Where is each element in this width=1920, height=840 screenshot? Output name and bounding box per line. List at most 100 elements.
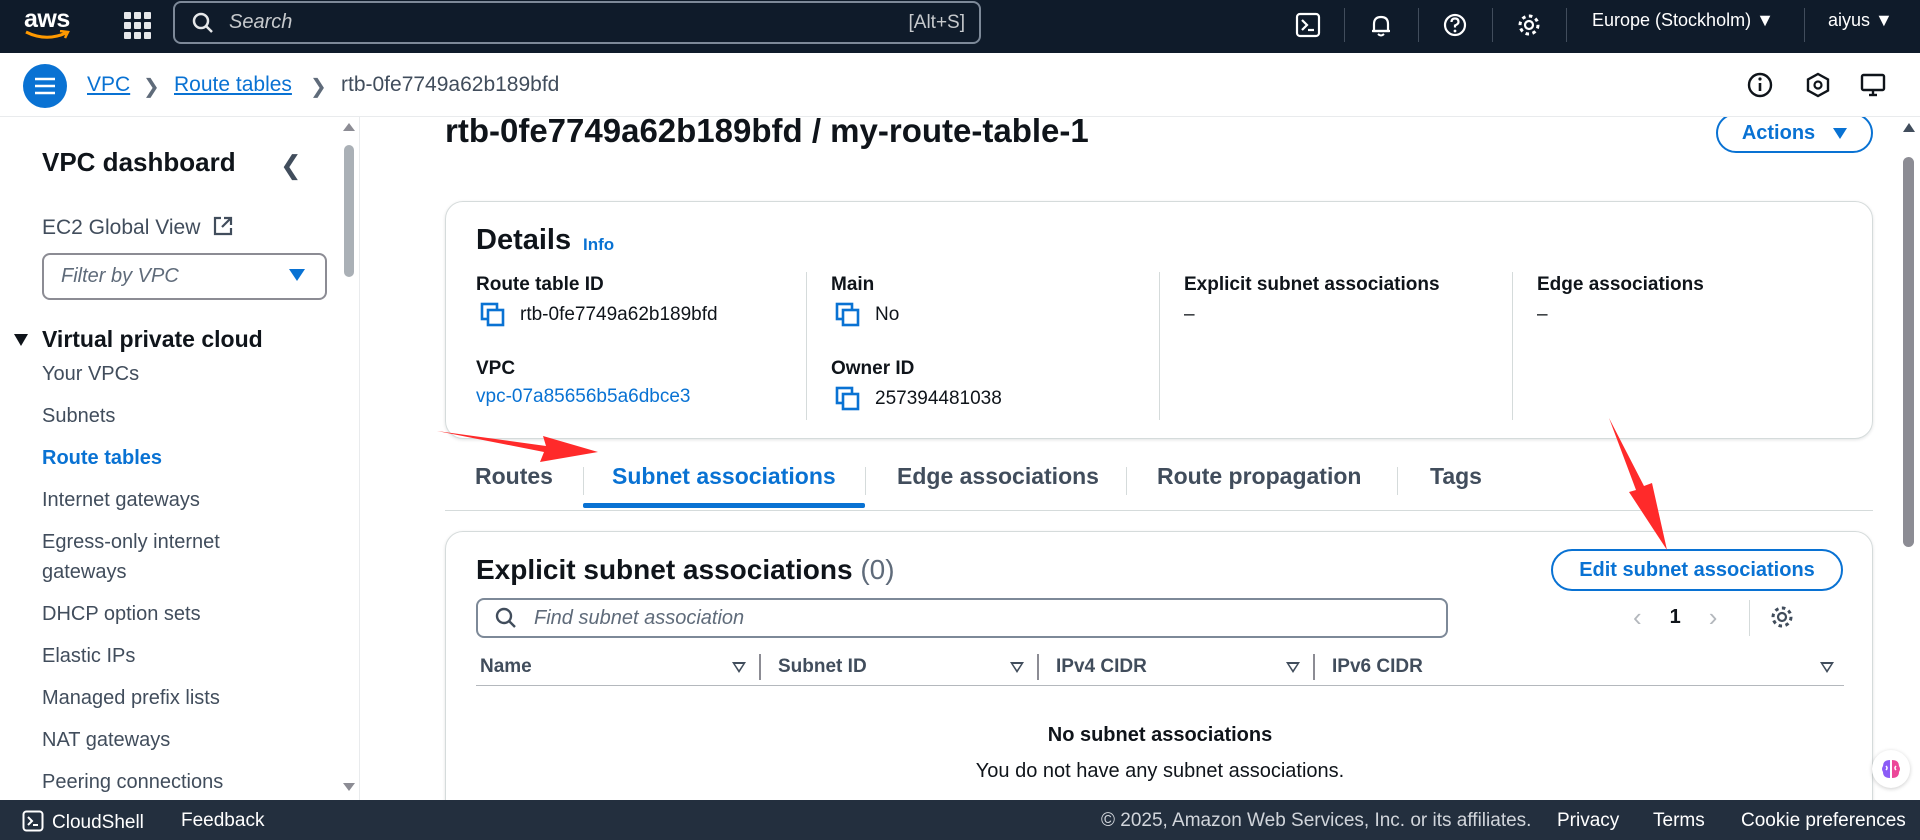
breadcrumb-bar: VPC ❯ Route tables ❯ rtb-0fe7749a62b189b…: [0, 53, 1920, 117]
route-table-id-label: Route table ID: [476, 274, 604, 295]
sidebar-item-managed-prefix-lists[interactable]: Managed prefix lists: [42, 683, 302, 713]
empty-state-title: No subnet associations: [1047, 724, 1273, 746]
pagination: ‹ 1 ›: [1633, 602, 1717, 633]
table-header: Name Subnet ID IPv4 CIDR IPv6 CIDR: [476, 650, 1844, 686]
breadcrumb-route-tables[interactable]: Route tables: [174, 73, 292, 97]
actions-button[interactable]: Actions: [1716, 117, 1873, 153]
column-header-ipv6-cidr[interactable]: IPv6 CIDR: [1332, 656, 1423, 678]
region-label: Europe (Stockholm): [1592, 10, 1752, 30]
chevron-right-icon: ❯: [310, 76, 327, 98]
search-icon: [495, 607, 516, 628]
next-page-icon[interactable]: ›: [1709, 602, 1718, 633]
account-menu[interactable]: aiyus ▼: [1828, 10, 1893, 31]
cloudshell-button[interactable]: CloudShell: [22, 810, 144, 834]
sidebar-item-peering-connections[interactable]: Peering connections: [42, 767, 302, 797]
column-header-ipv4-cidr[interactable]: IPv4 CIDR: [1056, 656, 1147, 678]
section-virtual-private-cloud[interactable]: Virtual private cloud: [14, 326, 263, 353]
edge-associations-label: Edge associations: [1537, 274, 1704, 295]
cookie-preferences-link[interactable]: Cookie preferences: [1741, 810, 1906, 832]
edit-subnet-associations-button[interactable]: Edit subnet associations: [1551, 549, 1843, 591]
page-title: rtb-0fe7749a62b189bfd / my-route-table-1: [445, 117, 1089, 149]
tab-edge-associations[interactable]: Edge associations: [897, 463, 1099, 490]
owner-id-label: Owner ID: [831, 358, 915, 379]
search-placeholder: Search: [229, 11, 293, 33]
sort-icon[interactable]: [1286, 662, 1300, 673]
sort-icon[interactable]: [732, 662, 746, 673]
aws-logo[interactable]: aws: [24, 6, 74, 44]
sidebar-item-internet-gateways[interactable]: Internet gateways: [42, 485, 302, 515]
sort-icon[interactable]: [1820, 662, 1834, 673]
sidebar-title[interactable]: VPC dashboard: [42, 147, 236, 178]
info-icon[interactable]: [1745, 70, 1775, 100]
cloudshell-icon[interactable]: [1291, 8, 1325, 42]
hamburger-menu-button[interactable]: [23, 64, 67, 108]
filter-by-vpc-select[interactable]: Filter by VPC: [42, 253, 327, 300]
aws-smile-icon: [25, 30, 70, 39]
explicit-subnet-associations-label: Explicit subnet associations: [1184, 274, 1440, 295]
vpc-link[interactable]: vpc-07a85656b5a6dbce3: [476, 386, 690, 408]
sidebar-item-egress-only-internet-gateways[interactable]: Egress-only internet gateways: [42, 527, 262, 587]
tab-routes[interactable]: Routes: [475, 463, 553, 490]
side-navigation: VPC dashboard ❮ EC2 Global View Filter b…: [0, 117, 360, 800]
terms-link[interactable]: Terms: [1653, 810, 1705, 832]
security-hexagon-icon[interactable]: [1803, 70, 1833, 100]
column-header-name[interactable]: Name: [480, 656, 532, 678]
association-count: (0): [860, 554, 895, 585]
active-tab-indicator: [583, 503, 865, 508]
help-icon[interactable]: [1438, 8, 1472, 42]
feedback-link[interactable]: Feedback: [181, 810, 264, 832]
sidebar-item-dhcp-option-sets[interactable]: DHCP option sets: [42, 599, 302, 629]
caret-down-icon: [289, 269, 305, 281]
breadcrumb-vpc[interactable]: VPC: [87, 73, 130, 97]
copyright-text: © 2025, Amazon Web Services, Inc. or its…: [1101, 810, 1532, 831]
sidebar-scrollbar[interactable]: [342, 117, 356, 800]
explicit-subnet-associations-panel: Explicit subnet associations (0) Edit su…: [445, 531, 1873, 800]
ai-assistant-icon[interactable]: [1872, 750, 1910, 788]
bell-icon[interactable]: [1364, 8, 1398, 42]
sidebar-item-subnets[interactable]: Subnets: [42, 401, 302, 431]
region-selector[interactable]: Europe (Stockholm) ▼: [1592, 10, 1774, 31]
owner-id-value: 257394481038: [831, 386, 1002, 412]
sidebar-item-route-tables[interactable]: Route tables: [42, 443, 302, 473]
chevron-right-icon: ❯: [143, 76, 160, 98]
main-scrollbar[interactable]: [1899, 117, 1919, 800]
details-panel: Details Info Route table ID rtb-0fe7749a…: [445, 201, 1873, 439]
main-label: Main: [831, 274, 875, 295]
top-navigation: aws Search [Alt+S] Europe (Stockholm) ▼ …: [0, 0, 1920, 53]
cloudshell-icon: [22, 810, 44, 832]
sidebar-item-your-vpcs[interactable]: Your VPCs: [42, 359, 302, 389]
tab-route-propagation[interactable]: Route propagation: [1157, 463, 1361, 490]
preferences-gear-icon[interactable]: [1769, 604, 1795, 635]
gear-icon[interactable]: [1512, 8, 1546, 42]
sidebar-item-elastic-ips[interactable]: Elastic IPs: [42, 641, 302, 671]
services-grid-icon[interactable]: [122, 10, 151, 39]
search-icon: [192, 12, 213, 33]
search-shortcut: [Alt+S]: [908, 11, 966, 33]
collapse-sidebar-icon[interactable]: ❮: [280, 150, 302, 181]
info-link[interactable]: Info: [583, 235, 614, 255]
vpc-label: VPC: [476, 358, 516, 379]
copy-icon[interactable]: [835, 386, 861, 412]
tab-tags[interactable]: Tags: [1430, 463, 1482, 490]
aws-logo-text: aws: [24, 5, 70, 33]
ec2-global-view-link[interactable]: EC2 Global View: [42, 215, 234, 240]
copy-icon[interactable]: [835, 302, 861, 328]
sort-icon[interactable]: [1010, 662, 1024, 673]
find-subnet-association-input[interactable]: Find subnet association: [476, 598, 1448, 638]
sidebar-item-nat-gateways[interactable]: NAT gateways: [42, 725, 302, 755]
tab-subnet-associations[interactable]: Subnet associations: [612, 463, 836, 490]
previous-page-icon[interactable]: ‹: [1633, 602, 1642, 633]
feedback-monitor-icon[interactable]: [1858, 70, 1888, 100]
caret-down-icon: [14, 333, 28, 346]
copy-icon[interactable]: [480, 302, 506, 328]
global-search-input[interactable]: Search [Alt+S]: [173, 1, 981, 44]
privacy-link[interactable]: Privacy: [1557, 810, 1619, 832]
page-number[interactable]: 1: [1670, 606, 1681, 629]
column-header-subnet-id[interactable]: Subnet ID: [778, 656, 867, 678]
filter-placeholder: Filter by VPC: [61, 265, 179, 287]
user-name: aiyus: [1828, 10, 1871, 30]
caret-down-icon: [1833, 127, 1848, 139]
main-content: rtb-0fe7749a62b189bfd / my-route-table-1…: [361, 117, 1920, 800]
external-link-icon: [214, 216, 233, 236]
explicit-subnet-associations-value: –: [1184, 304, 1195, 325]
